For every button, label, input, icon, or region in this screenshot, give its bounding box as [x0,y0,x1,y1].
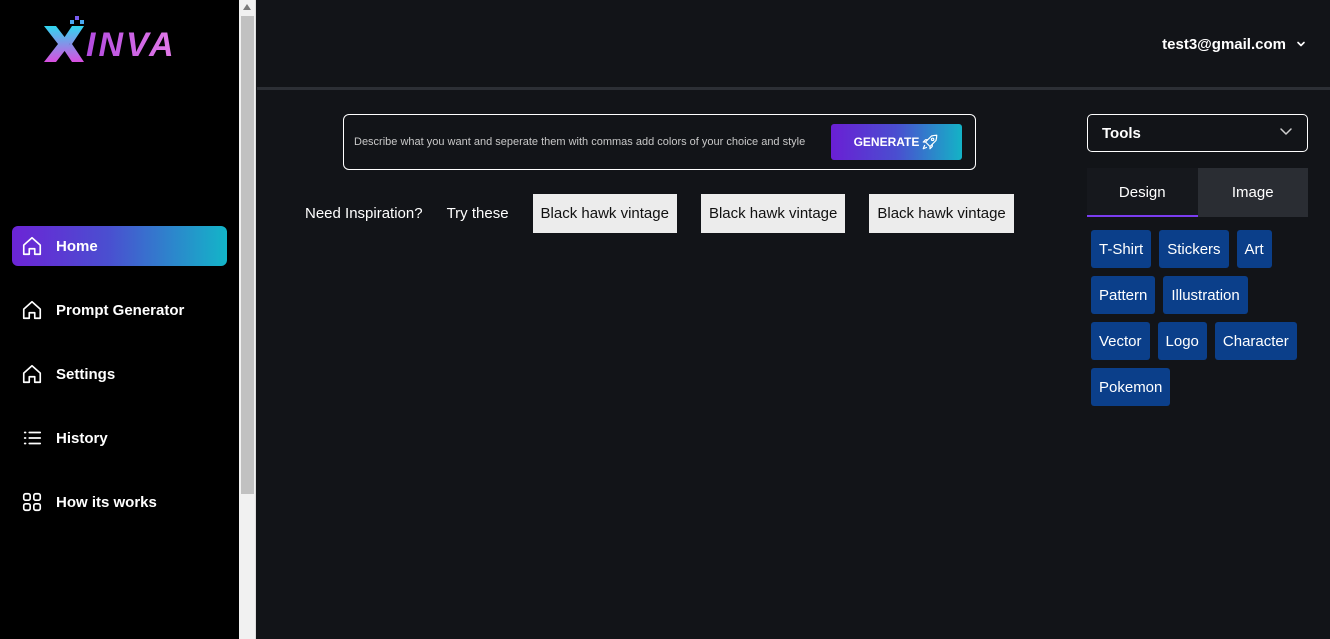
grid-icon [20,490,44,514]
sidebar: INVA Home Prompt Generator Settings Hist… [0,0,239,639]
chevron-down-icon [1279,124,1293,142]
list-icon [20,426,44,450]
tag-art[interactable]: Art [1236,230,1272,268]
sidebar-item-label: Home [56,237,98,255]
category-tags: T-Shirt Stickers Art Pattern Illustratio… [1091,230,1311,414]
generate-label: GENERATE [853,135,920,149]
tag-t-shirt[interactable]: T-Shirt [1091,230,1152,268]
prompt-bar: GENERATE [343,114,976,170]
sidebar-item-label: Settings [56,365,116,383]
sidebar-item-label: History [56,429,108,447]
generate-button[interactable]: GENERATE [831,124,962,160]
sidebar-item-settings[interactable]: Settings [12,354,227,394]
tools-dropdown[interactable]: Tools [1087,114,1308,152]
user-menu[interactable]: test3@gmail.com [1162,36,1306,53]
sidebar-item-prompt-generator[interactable]: Prompt Generator [12,290,227,330]
tools-label: Tools [1102,124,1141,142]
tag-pokemon[interactable]: Pokemon [1091,368,1171,406]
inspiration-chip[interactable]: Black hawk vintage [532,194,677,233]
tab-image[interactable]: Image [1198,168,1309,217]
user-email: test3@gmail.com [1162,36,1286,53]
sidebar-item-how-its-works[interactable]: How its works [12,482,227,522]
sidebar-item-history[interactable]: History [12,418,227,458]
tag-illustration[interactable]: Illustration [1163,276,1248,314]
tab-design[interactable]: Design [1087,168,1198,217]
need-inspiration-label: Need Inspiration? [305,205,423,222]
home-icon [20,362,44,386]
tag-stickers[interactable]: Stickers [1159,230,1229,268]
sidebar-nav: Home Prompt Generator Settings History H… [12,226,227,546]
tag-row: Pattern Illustration [1091,276,1311,314]
inspiration-chip[interactable]: Black hawk vintage [700,194,846,233]
tag-vector[interactable]: Vector [1091,322,1150,360]
top-header: test3@gmail.com [257,0,1330,90]
panel-tabs: Design Image [1087,168,1308,217]
inspiration-chip[interactable]: Black hawk vintage [869,194,1014,233]
try-these-label: Try these [446,205,509,222]
tag-logo[interactable]: Logo [1157,322,1207,360]
tag-row: Vector Logo Character [1091,322,1311,360]
tag-character[interactable]: Character [1214,322,1297,360]
sidebar-scrollbar[interactable] [239,0,256,639]
rocket-icon [921,133,939,151]
home-icon [20,234,44,258]
tag-row: Pokemon [1091,368,1311,406]
tag-row: T-Shirt Stickers Art [1091,230,1311,268]
chevron-down-icon [1296,36,1306,53]
home-icon [20,298,44,322]
inspiration-row: Need Inspiration? Try these Black hawk v… [305,194,1038,233]
sidebar-item-home[interactable]: Home [12,226,227,266]
logo-text: INVA [86,26,177,64]
brand-logo[interactable]: INVA [42,14,202,68]
scroll-thumb[interactable] [241,16,254,494]
prompt-input[interactable] [352,130,812,154]
scroll-up-arrow-icon[interactable] [243,4,251,10]
sidebar-item-label: How its works [56,493,157,511]
sidebar-item-label: Prompt Generator [56,301,185,319]
tag-pattern[interactable]: Pattern [1091,276,1156,314]
